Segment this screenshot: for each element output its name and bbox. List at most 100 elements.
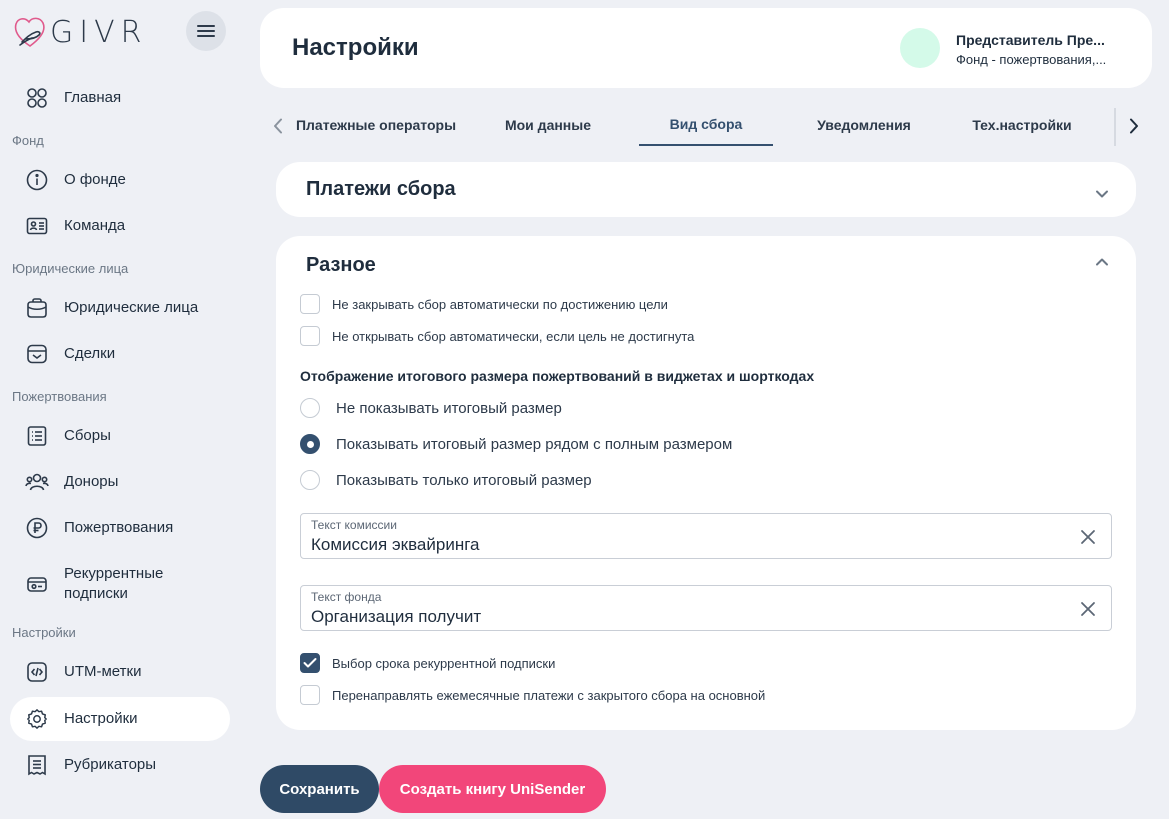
checkbox-row-no-auto-close[interactable]: Не закрывать сбор автоматически по дости… bbox=[300, 294, 668, 314]
grid-circles-icon bbox=[24, 85, 50, 111]
sidebar-item-settings[interactable]: Настройки bbox=[10, 697, 230, 741]
sidebar-item-label: Настройки bbox=[64, 710, 138, 727]
save-button[interactable]: Сохранить bbox=[260, 765, 379, 813]
clear-icon[interactable] bbox=[1079, 600, 1097, 618]
payments-card-title: Платежи сбора bbox=[306, 178, 456, 200]
sidebar-item-campaigns[interactable]: Сборы bbox=[10, 414, 230, 458]
commission-text-field[interactable]: Текст комиссии bbox=[300, 513, 1112, 559]
tabs-scroll-left-button[interactable] bbox=[266, 114, 290, 138]
user-organization[interactable]: Фонд - пожертвования,... bbox=[956, 52, 1106, 67]
tab-campaign-view[interactable]: Вид сбора bbox=[639, 104, 773, 146]
payments-expand-button[interactable] bbox=[1092, 184, 1112, 204]
hamburger-icon bbox=[197, 25, 215, 37]
sidebar-item-donations[interactable]: Пожертвования bbox=[10, 506, 230, 550]
sidebar-item-label: Команда bbox=[64, 217, 126, 234]
gear-icon bbox=[24, 706, 50, 732]
checkbox-no-auto-open[interactable] bbox=[300, 326, 320, 346]
page-title: Настройки bbox=[292, 34, 419, 61]
radio-label: Показывать только итоговый размер bbox=[336, 471, 592, 489]
checkbox-label: Не закрывать сбор автоматически по дости… bbox=[332, 296, 668, 312]
fund-text-input[interactable] bbox=[311, 606, 1051, 628]
sidebar-item-donors[interactable]: Доноры bbox=[10, 460, 230, 504]
sidebar-item-label: Главная bbox=[64, 89, 122, 106]
briefcase-icon bbox=[24, 295, 50, 321]
checkbox-label: Выбор срока рекуррентной подписки bbox=[332, 655, 556, 671]
people-icon bbox=[24, 469, 50, 495]
checkbox-no-auto-close[interactable] bbox=[300, 294, 320, 314]
menu-toggle-button[interactable] bbox=[186, 11, 226, 51]
chevron-left-icon bbox=[274, 118, 282, 134]
checkmark-icon bbox=[303, 658, 317, 668]
sidebar-item-label: Сборы bbox=[64, 427, 111, 444]
sidebar-section-fund: Фонд bbox=[12, 133, 44, 148]
tabs-scroll-right-button[interactable] bbox=[1122, 114, 1146, 138]
checkbox-label: Перенаправлять ежемесячные платежи с зак… bbox=[332, 687, 766, 703]
deal-box-icon bbox=[24, 341, 50, 367]
logo[interactable]: GIVR bbox=[12, 12, 147, 52]
display-total-section-label: Отображение итогового размера пожертвова… bbox=[300, 368, 815, 384]
ruble-icon bbox=[24, 515, 50, 541]
commission-text-label: Текст комиссии bbox=[311, 518, 397, 532]
create-unisender-book-button[interactable]: Создать книгу UniSender bbox=[379, 765, 606, 813]
sidebar-section-donations: Пожертвования bbox=[12, 389, 107, 404]
code-icon bbox=[24, 659, 50, 685]
radio-row-show-total-with-full[interactable]: Показывать итоговый размер рядом с полны… bbox=[300, 434, 732, 454]
sidebar-item-recurring[interactable]: Рекуррентные подписки bbox=[10, 562, 230, 606]
radio-hide-total[interactable] bbox=[300, 398, 320, 418]
logo-heart-icon bbox=[14, 17, 45, 47]
sidebar-item-label: Рекуррентные подписки bbox=[64, 565, 164, 602]
sidebar-section-legal: Юридические лица bbox=[12, 261, 129, 276]
checkbox-label: Не открывать сбор автоматически, если це… bbox=[332, 328, 695, 344]
sidebar: GIVR Главная Фонд О фонде Команда Юридич… bbox=[0, 0, 244, 819]
recurring-card-icon bbox=[24, 571, 50, 597]
sidebar-item-about[interactable]: О фонде bbox=[10, 158, 230, 202]
radio-row-hide-total[interactable]: Не показывать итоговый размер bbox=[300, 398, 562, 418]
tab-payment-operators[interactable]: Платежные операторы bbox=[292, 104, 460, 146]
sidebar-section-settings: Настройки bbox=[12, 625, 76, 640]
chevron-up-icon bbox=[1096, 258, 1108, 266]
tabs-divider bbox=[1114, 108, 1116, 146]
chevron-down-icon bbox=[1096, 190, 1108, 198]
sidebar-item-deals[interactable]: Сделки bbox=[10, 332, 230, 376]
radio-label: Не показывать итоговый размер bbox=[336, 399, 562, 417]
sidebar-item-utm[interactable]: UTM-метки bbox=[10, 650, 230, 694]
info-icon bbox=[24, 167, 50, 193]
radio-show-total-with-full[interactable] bbox=[300, 434, 320, 454]
radio-row-show-only-total[interactable]: Показывать только итоговый размер bbox=[300, 470, 592, 490]
radio-show-only-total[interactable] bbox=[300, 470, 320, 490]
payments-card[interactable]: Платежи сбора bbox=[276, 162, 1136, 217]
checkbox-row-recurring-term[interactable]: Выбор срока рекуррентной подписки bbox=[300, 653, 555, 673]
settings-tabs: Платежные операторы Мои данные Вид сбора… bbox=[260, 104, 1152, 148]
misc-collapse-button[interactable] bbox=[1092, 252, 1112, 272]
fund-text-field[interactable]: Текст фонда bbox=[300, 585, 1112, 631]
checkbox-recurring-term[interactable] bbox=[300, 653, 320, 673]
sidebar-item-label: Юридические лица bbox=[64, 299, 199, 316]
misc-card: Разное Не закрывать сбор автоматически п… bbox=[276, 236, 1136, 730]
sidebar-item-rubricators[interactable]: Рубрикаторы bbox=[10, 743, 230, 787]
clear-icon[interactable] bbox=[1079, 528, 1097, 546]
receipt-icon bbox=[24, 752, 50, 778]
commission-text-input[interactable] bbox=[311, 534, 1051, 556]
sidebar-item-team[interactable]: Команда bbox=[10, 204, 230, 248]
tab-notifications[interactable]: Уведомления bbox=[796, 104, 932, 146]
sidebar-item-label: Доноры bbox=[64, 473, 119, 490]
sidebar-item-label: Пожертвования bbox=[64, 519, 174, 536]
tab-tech-settings[interactable]: Тех.настройки bbox=[954, 104, 1090, 146]
logo-text: GIVR bbox=[50, 14, 148, 50]
chevron-right-icon bbox=[1130, 118, 1138, 134]
checkbox-redirect-monthly[interactable] bbox=[300, 685, 320, 705]
sidebar-item-home[interactable]: Главная bbox=[10, 76, 230, 120]
fund-text-label: Текст фонда bbox=[311, 590, 382, 604]
page-header: Настройки Представитель Пре... Фонд - по… bbox=[260, 8, 1152, 88]
list-icon bbox=[24, 423, 50, 449]
id-card-icon bbox=[24, 213, 50, 239]
sidebar-item-label: О фонде bbox=[64, 171, 126, 188]
sidebar-item-legal-entities[interactable]: Юридические лица bbox=[10, 286, 230, 330]
sidebar-item-label: Рубрикаторы bbox=[64, 756, 157, 773]
user-name[interactable]: Представитель Пре... bbox=[956, 32, 1105, 48]
checkbox-row-no-auto-open[interactable]: Не открывать сбор автоматически, если це… bbox=[300, 326, 694, 346]
checkbox-row-redirect-monthly[interactable]: Перенаправлять ежемесячные платежи с зак… bbox=[300, 685, 765, 705]
avatar[interactable] bbox=[900, 28, 940, 68]
tab-my-data[interactable]: Мои данные bbox=[480, 104, 616, 146]
radio-label: Показывать итоговый размер рядом с полны… bbox=[336, 435, 733, 453]
